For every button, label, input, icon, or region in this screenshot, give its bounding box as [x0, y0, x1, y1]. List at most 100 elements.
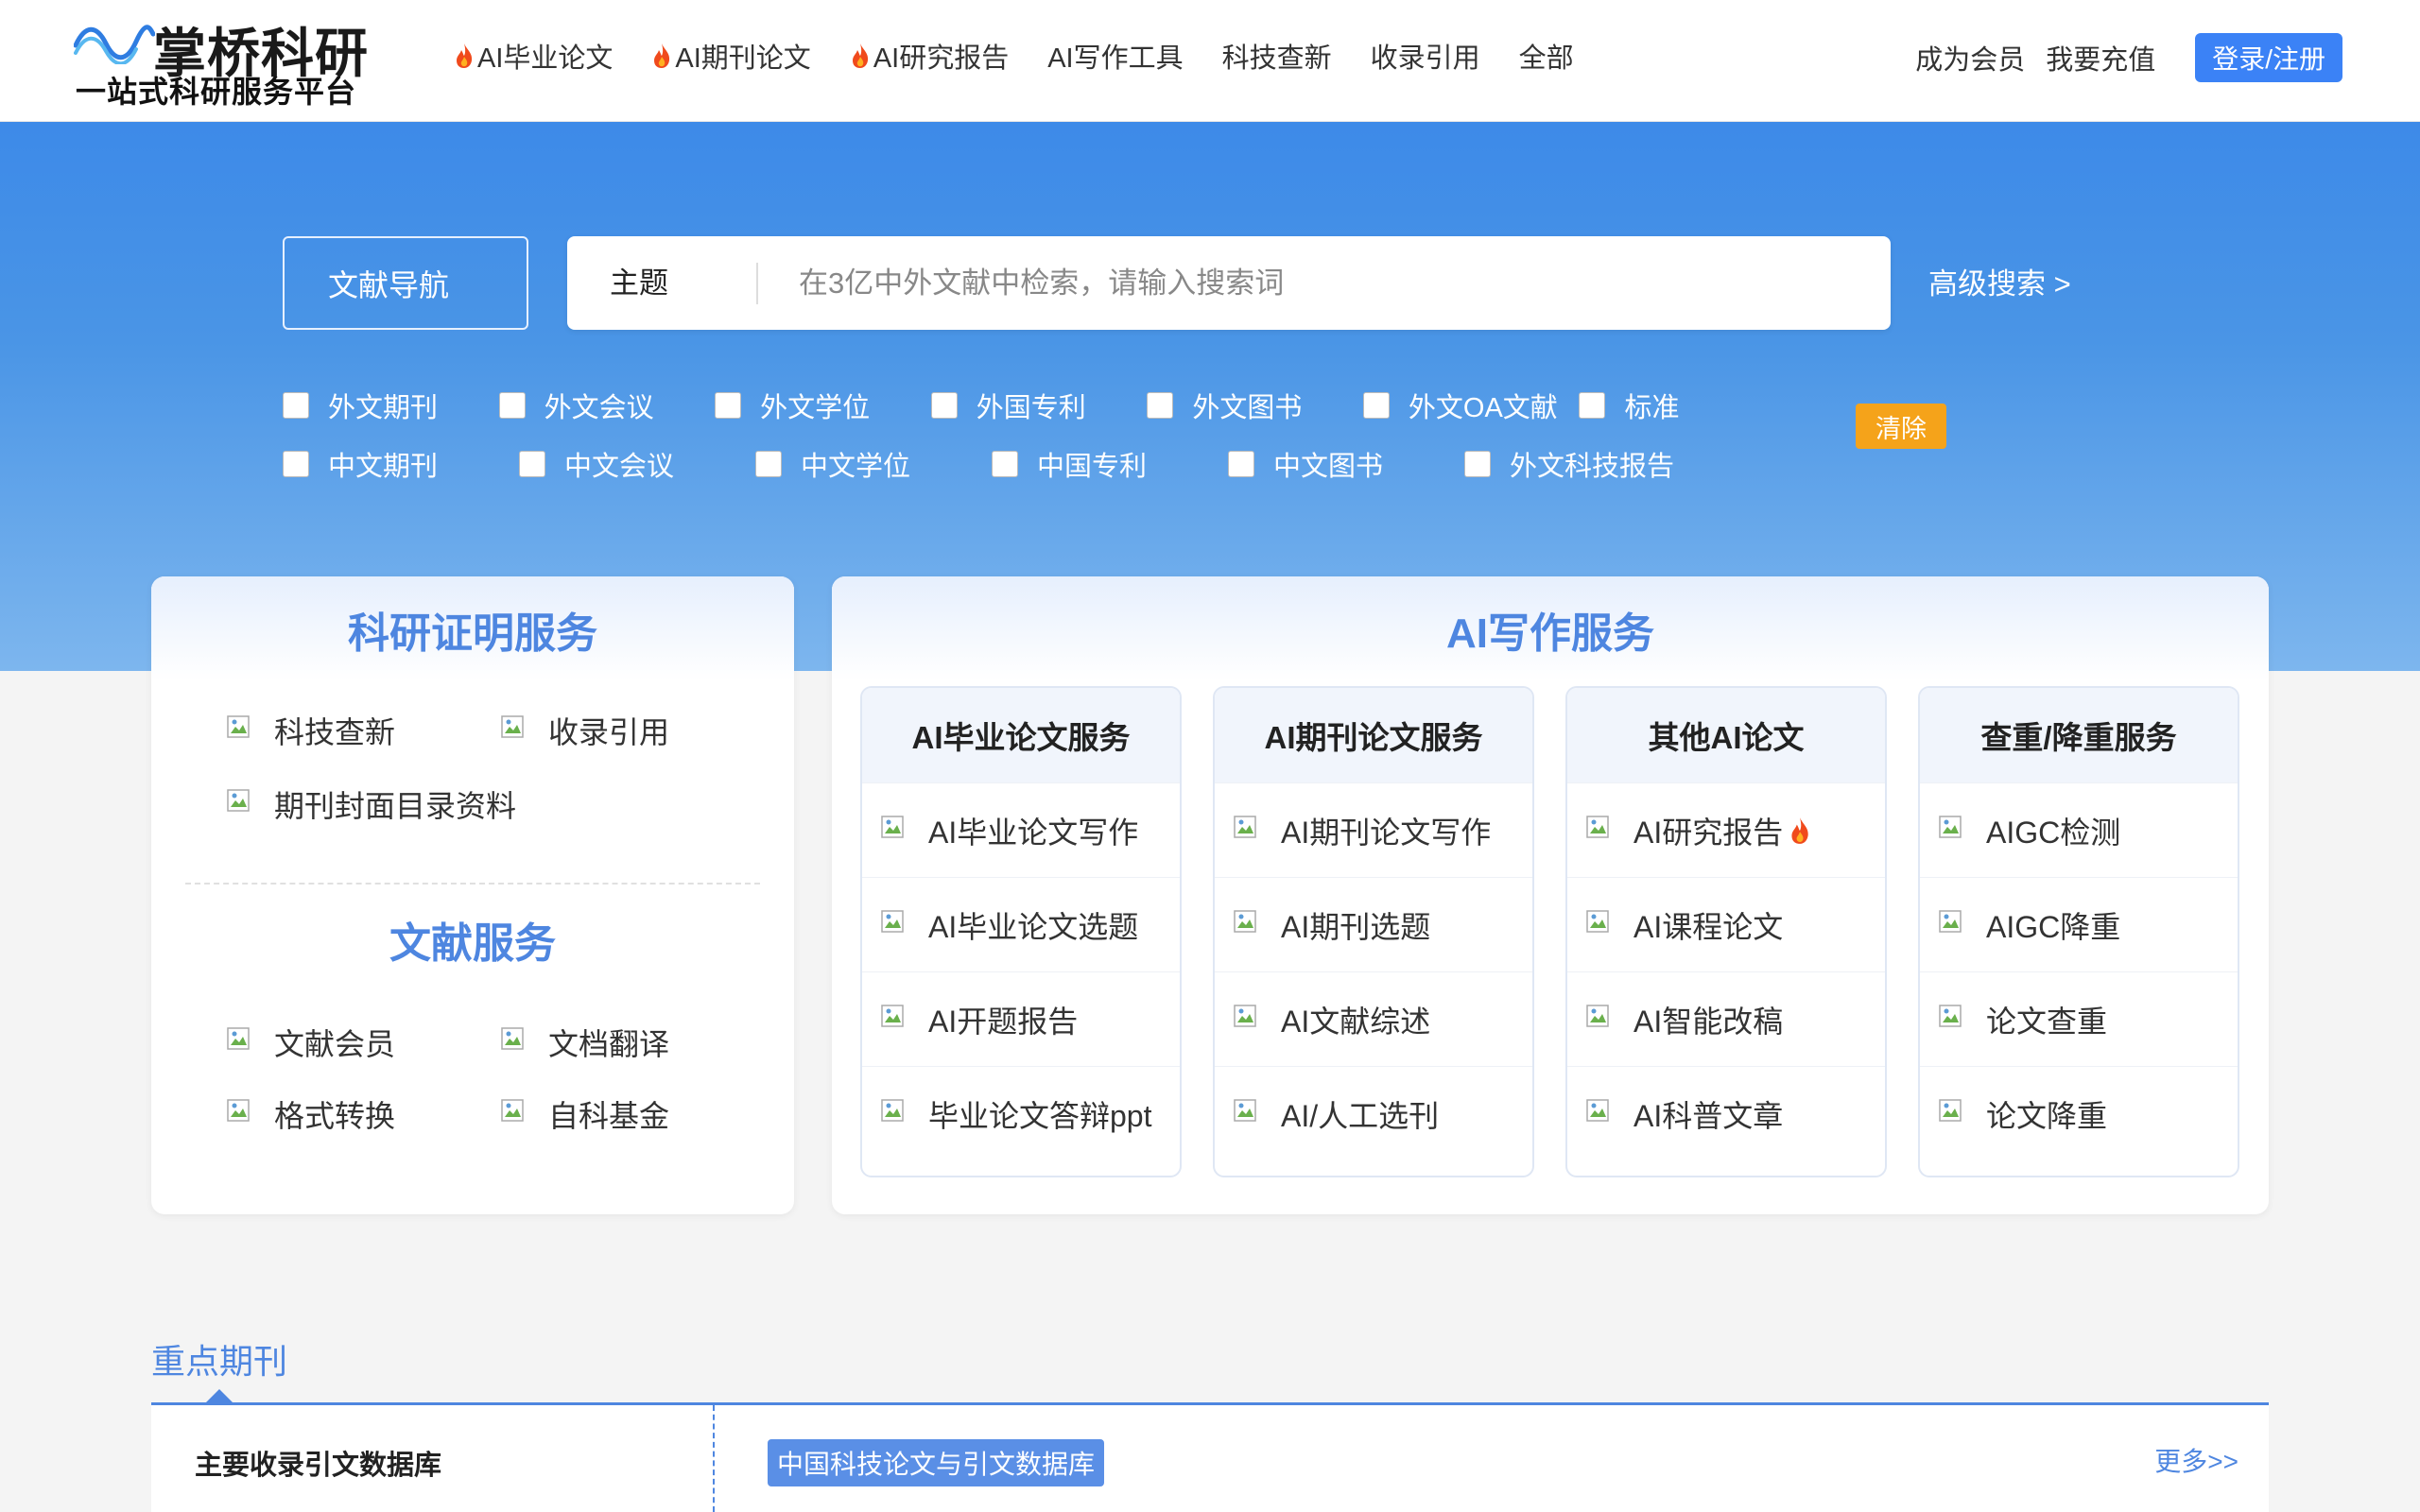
filter-foreign-oa[interactable]: 外文OA文献 [1362, 386, 1580, 425]
service-label: AI毕业论文选题 [928, 909, 1139, 944]
service-label: 科技查新 [274, 715, 396, 749]
service-item[interactable]: AIGC降重 [1920, 877, 2238, 971]
journal-divider [713, 1405, 715, 1512]
filter-label: 外文图书 [1192, 393, 1303, 423]
service-label: 论文降重 [1986, 1098, 2108, 1133]
filter-foreign-book[interactable]: 外文图书 [1147, 386, 1363, 425]
login-register-button[interactable]: 登录/注册 [2195, 33, 2342, 82]
logo-wave-icon [74, 25, 155, 64]
checkbox[interactable] [283, 392, 309, 419]
broken-image-icon [1586, 1098, 1609, 1122]
service-novelty-search[interactable]: 科技查新 [227, 709, 395, 752]
search-divider [756, 263, 758, 304]
nav-label: 科技查新 [1221, 43, 1332, 74]
site-logo[interactable]: 掌桥科研 一站式科研服务平台 [74, 9, 386, 112]
checkbox[interactable] [1147, 392, 1174, 419]
filter-label: 中文会议 [564, 452, 675, 482]
filter-standard[interactable]: 标准 [1579, 386, 1795, 425]
service-item[interactable]: AIGC检测 [1920, 782, 2238, 877]
nav-ai-report[interactable]: AI研究报告 [850, 36, 1009, 76]
checkbox[interactable] [1362, 392, 1390, 419]
broken-image-icon [1234, 1098, 1256, 1122]
nav-ai-thesis[interactable]: AI毕业论文 [454, 36, 613, 76]
filter-foreign-patent[interactable]: 外国专利 [930, 386, 1148, 425]
source-filters: 外文期刊 外文会议 外文学位 外国专利 外文图书 外文OA文献 标准 中文期刊 … [283, 376, 1795, 493]
recharge-link[interactable]: 我要充值 [2046, 38, 2155, 77]
nav-ai-journal[interactable]: AI期刊论文 [651, 36, 811, 76]
filter-cn-degree[interactable]: 中文学位 [755, 444, 992, 484]
filter-foreign-degree[interactable]: 外文学位 [715, 386, 931, 425]
service-label: 期刊封面目录资料 [274, 789, 517, 823]
research-services-panel: 科研证明服务 科技查新 收录引用 期刊封面目录资料 文献服务 文献会员 文档翻译… [151, 576, 794, 1214]
filter-foreign-tech-report[interactable]: 外文科技报告 [1464, 444, 1701, 484]
service-item[interactable]: AI文献综述 [1215, 971, 1532, 1066]
filter-cn-conference[interactable]: 中文会议 [519, 444, 755, 484]
checkbox[interactable] [283, 451, 309, 477]
nav-label: 全部 [1518, 43, 1574, 74]
service-item[interactable]: AI科普文章 [1567, 1066, 1885, 1160]
more-link[interactable]: 更多>> [2154, 1441, 2238, 1479]
checkbox[interactable] [1228, 451, 1254, 477]
service-item[interactable]: AI研究报告 [1567, 782, 1885, 877]
search-input[interactable] [799, 255, 1839, 312]
service-item[interactable]: AI毕业论文选题 [862, 877, 1180, 971]
filter-label: 外文科技报告 [1510, 452, 1675, 482]
column-header: AI期刊论文服务 [1215, 688, 1532, 782]
checkbox[interactable] [930, 392, 958, 419]
broken-image-icon [881, 1098, 904, 1122]
service-label: AI开题报告 [928, 1004, 1079, 1039]
logo-subtitle: 一站式科研服务平台 [76, 75, 357, 109]
service-item[interactable]: AI毕业论文写作 [862, 782, 1180, 877]
nav-citation[interactable]: 收录引用 [1371, 36, 1480, 76]
service-journal-cover[interactable]: 期刊封面目录资料 [227, 782, 516, 826]
ai-thesis-column: AI毕业论文服务 AI毕业论文写作 AI毕业论文选题 AI开题报告 毕业论文答辩… [860, 686, 1182, 1177]
become-member-link[interactable]: 成为会员 [1915, 38, 2025, 77]
broken-image-icon [881, 1004, 904, 1027]
service-label: AI毕业论文写作 [928, 815, 1139, 850]
clear-filters-button[interactable]: 清除 [1856, 404, 1946, 449]
broken-image-icon [1939, 815, 1962, 838]
service-item[interactable]: 论文查重 [1920, 971, 2238, 1066]
filter-label: 外文OA文献 [1408, 393, 1558, 423]
service-item[interactable]: AI智能改稿 [1567, 971, 1885, 1066]
checkbox[interactable] [519, 451, 545, 477]
service-item[interactable]: AI课程论文 [1567, 877, 1885, 971]
service-item[interactable]: AI开题报告 [862, 971, 1180, 1066]
broken-image-icon [501, 1027, 524, 1050]
service-nsf-fund[interactable]: 自科基金 [501, 1092, 669, 1136]
service-label: 格式转换 [274, 1099, 396, 1133]
service-item[interactable]: AI/人工选刊 [1215, 1066, 1532, 1160]
service-item[interactable]: AI期刊论文写作 [1215, 782, 1532, 877]
checkbox[interactable] [715, 392, 742, 419]
search-scope-select[interactable]: 主题 [610, 236, 668, 330]
service-label: 毕业论文答辩ppt [928, 1098, 1152, 1133]
service-label: AI智能改稿 [1634, 1004, 1784, 1039]
service-item[interactable]: 论文降重 [1920, 1066, 2238, 1160]
checkbox[interactable] [992, 451, 1018, 477]
checkbox[interactable] [498, 392, 526, 419]
checkbox[interactable] [1464, 451, 1491, 477]
service-format-convert[interactable]: 格式转换 [227, 1092, 395, 1136]
checkbox[interactable] [755, 451, 782, 477]
service-label: 收录引用 [548, 715, 670, 749]
literature-nav-button[interactable]: 文献导航 [283, 236, 528, 330]
service-item[interactable]: AI期刊选题 [1215, 877, 1532, 971]
checkbox[interactable] [1579, 392, 1606, 419]
nav-ai-tools[interactable]: AI写作工具 [1047, 36, 1183, 76]
filter-foreign-conference[interactable]: 外文会议 [498, 386, 716, 425]
filter-cn-journal[interactable]: 中文期刊 [283, 444, 519, 484]
service-doc-translate[interactable]: 文档翻译 [501, 1021, 669, 1064]
service-literature-member[interactable]: 文献会员 [227, 1021, 395, 1064]
service-citation[interactable]: 收录引用 [501, 709, 669, 752]
broken-image-icon [227, 715, 250, 738]
top-navbar: 掌桥科研 一站式科研服务平台 AI毕业论文 AI期刊论文 AI研究报告 AI写作… [0, 0, 2420, 122]
broken-image-icon [1939, 1004, 1962, 1027]
nav-all[interactable]: 全部 [1519, 36, 1574, 76]
advanced-search-link[interactable]: 高级搜索 > [1928, 260, 2071, 302]
filter-cn-book[interactable]: 中文图书 [1228, 444, 1464, 484]
nav-novelty-search[interactable]: 科技查新 [1222, 36, 1332, 76]
journal-db-tag[interactable]: 中国科技论文与引文数据库 [768, 1439, 1105, 1486]
filter-cn-patent[interactable]: 中国专利 [992, 444, 1228, 484]
service-item[interactable]: 毕业论文答辩ppt [862, 1066, 1180, 1160]
filter-foreign-journal[interactable]: 外文期刊 [283, 386, 499, 425]
